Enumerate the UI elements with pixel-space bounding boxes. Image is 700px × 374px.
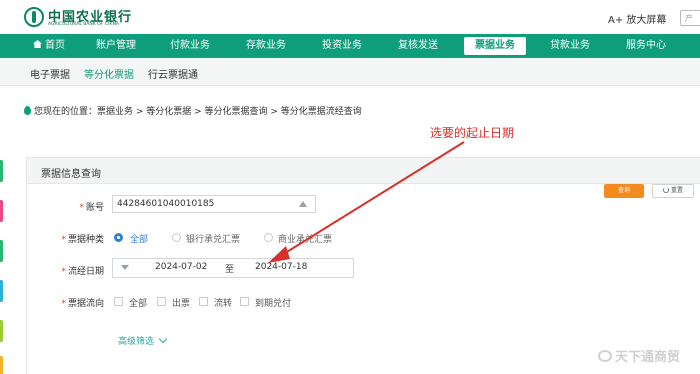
bill-type-option-bank[interactable]: 银行承兑汇票 <box>186 232 240 245</box>
bill-type-option-commercial[interactable]: 商业承兑汇票 <box>278 232 332 245</box>
date-range-input[interactable]: 2024-07-02 至 2024-07-18 <box>112 258 354 278</box>
bank-name-en: AGRICULTURAL BANK OF CHINA <box>48 22 120 27</box>
flow-option-maturity[interactable]: 到期兑付 <box>255 296 291 309</box>
subnav-item-cloud-bills[interactable]: 行云票据通 <box>148 66 198 81</box>
nav-item-payments[interactable]: 付款业务 <box>160 34 220 58</box>
account-select[interactable]: 44284601040010185 <box>112 195 316 213</box>
panel-title: 票据信息查询 <box>41 169 101 180</box>
edge-tab[interactable] <box>0 356 3 374</box>
dropdown-arrow-icon <box>299 201 307 207</box>
bill-type-radio-commercial[interactable] <box>264 233 273 242</box>
bank-logo-icon <box>24 7 44 27</box>
start-date[interactable]: 2024-07-02 <box>155 262 207 272</box>
bill-type-radio-bank[interactable] <box>172 233 181 242</box>
bill-type-radio-all[interactable] <box>114 233 123 242</box>
annotation-text: 选要的起止日期 <box>430 126 515 140</box>
watermark: 天下通商贸 <box>598 346 680 365</box>
nav-item-home[interactable]: 首页 <box>24 34 74 58</box>
reset-button-label: 重置 <box>670 187 683 194</box>
bill-type-option-all[interactable]: 全部 <box>130 232 148 245</box>
flow-checkbox-maturity[interactable] <box>240 297 249 306</box>
flow-option-transfer[interactable]: 流转 <box>214 296 232 309</box>
nav-item-investments[interactable]: 投资业务 <box>312 34 372 58</box>
edge-tab[interactable] <box>0 320 3 342</box>
edge-tab[interactable] <box>0 280 3 302</box>
zoom-screen-button[interactable]: A+ 放大屏幕 <box>608 11 666 26</box>
watermark-text: 天下通商贸 <box>615 350 681 365</box>
query-button[interactable]: 查询 <box>604 184 644 198</box>
search-input[interactable]: 产 <box>680 10 700 26</box>
home-icon <box>33 40 42 48</box>
flow-checkbox-issue[interactable] <box>157 297 166 306</box>
nav-item-loans[interactable]: 贷款业务 <box>540 34 600 58</box>
nav-item-bills[interactable]: 票据业务 <box>464 37 526 55</box>
bill-type-label: * 票据种类 <box>61 235 104 245</box>
app-page: 中国农业银行 AGRICULTURAL BANK OF CHINA A+ 放大屏… <box>0 0 700 374</box>
flow-label: * 票据流向 <box>61 299 104 309</box>
calendar-dropdown-icon <box>121 265 129 270</box>
nav-item-service-center[interactable]: 服务中心 <box>614 34 678 58</box>
subnav-item-electronic-bills[interactable]: 电子票据 <box>30 66 70 81</box>
nav-item-review-send[interactable]: 复核发送 <box>388 34 448 58</box>
chevron-down-icon <box>158 334 168 344</box>
nav-item-label: 首页 <box>45 40 65 51</box>
edge-tab[interactable] <box>0 160 3 182</box>
watermark-logo-icon <box>598 350 612 362</box>
sub-nav: 电子票据 等分化票据 行云票据通 <box>0 58 700 86</box>
breadcrumb-text: 您现在的位置：票据业务 > 等分化票据 > 等分化票据查询 > 等分化票据流经查… <box>34 107 362 117</box>
location-pin-icon <box>24 106 31 115</box>
flow-checkbox-transfer[interactable] <box>199 297 208 306</box>
reset-button[interactable]: 重置 <box>652 184 694 198</box>
main-nav: 首页 账户管理 付款业务 存款业务 投资业务 复核发送 票据业务 贷款业务 服务… <box>0 34 700 58</box>
date-separator: 至 <box>225 265 235 275</box>
advanced-filter-label: 高级筛选 <box>118 337 155 347</box>
flow-checkbox-all[interactable] <box>114 297 123 306</box>
top-header: 中国农业银行 AGRICULTURAL BANK OF CHINA A+ 放大屏… <box>0 0 700 34</box>
breadcrumb: 您现在的位置：票据业务 > 等分化票据 > 等分化票据查询 > 等分化票据流经查… <box>24 104 362 117</box>
flow-option-issue[interactable]: 出票 <box>172 296 190 309</box>
nav-item-deposits[interactable]: 存款业务 <box>236 34 296 58</box>
end-date[interactable]: 2024-07-18 <box>255 262 307 272</box>
edge-tab[interactable] <box>0 240 3 262</box>
account-label: * 账号 <box>79 203 104 213</box>
panel-header: 票据信息查询 <box>27 158 700 184</box>
edge-tab[interactable] <box>0 200 3 222</box>
flow-option-all[interactable]: 全部 <box>129 296 147 309</box>
reset-icon <box>662 187 669 193</box>
nav-item-accounts[interactable]: 账户管理 <box>86 34 146 58</box>
subnav-item-divided-bills[interactable]: 等分化票据 <box>84 66 134 81</box>
date-range-label: * 流经日期 <box>61 267 104 277</box>
account-value: 44284601040010185 <box>117 199 215 209</box>
advanced-filter-toggle[interactable]: 高级筛选 <box>118 334 168 347</box>
